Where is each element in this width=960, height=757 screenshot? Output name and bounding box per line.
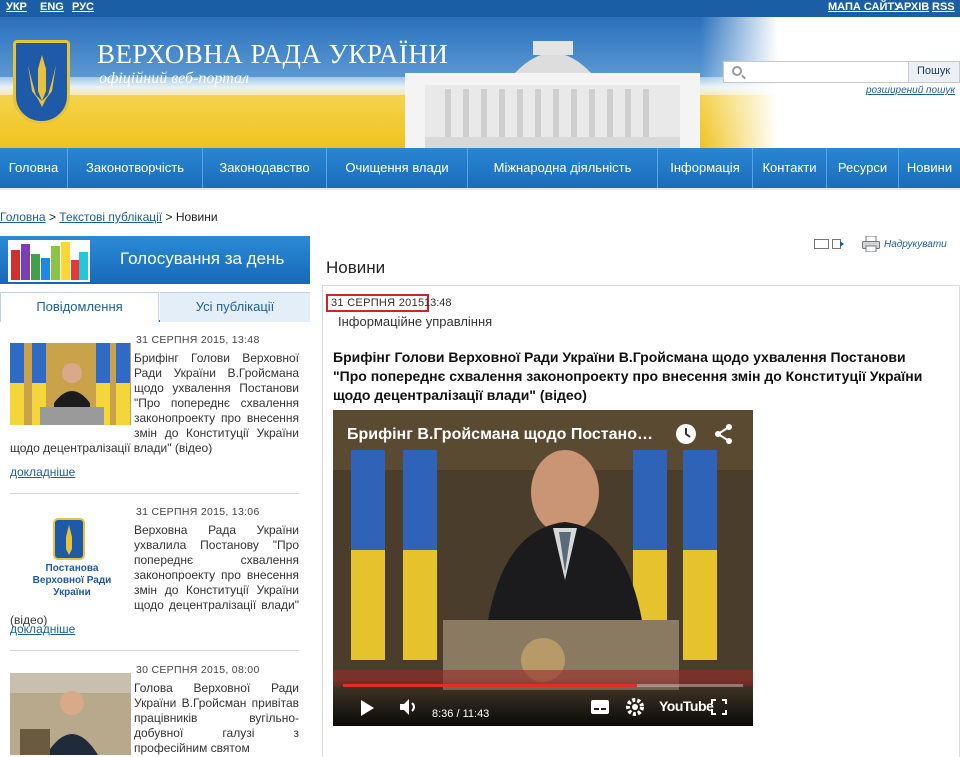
youtube-logo-icon[interactable]: YouTube xyxy=(659,698,714,716)
sidebar-tabs: Повідомлення Усі публікації xyxy=(0,292,310,322)
search-icon xyxy=(732,66,742,76)
page-title: Новини xyxy=(326,258,386,277)
tab-all-publications[interactable]: Усі публікації xyxy=(160,292,310,322)
voting-banner[interactable]: Голосування за день xyxy=(0,236,310,284)
site-title[interactable]: ВЕРХОВНА РАДА УКРАЇНИ xyxy=(97,39,448,70)
nav-item-resources[interactable]: Ресурси xyxy=(827,148,899,188)
more-link[interactable]: докладніше xyxy=(10,465,75,479)
video-elapsed: 8:36 xyxy=(432,708,454,720)
video-progress-fill xyxy=(343,684,637,687)
top-bar: УКР ENG РУС МАПА САЙТУ АРХІВ RSS xyxy=(0,0,960,17)
watch-later-icon[interactable] xyxy=(711,699,727,715)
news-text[interactable]: Голова Верховної Ради України В.Гройсман… xyxy=(134,681,299,755)
font-size-icon[interactable] xyxy=(814,238,846,250)
nav-item-news[interactable]: Новини xyxy=(899,148,960,188)
advanced-search-link[interactable]: розширений пошук xyxy=(866,85,955,96)
main-nav: Головна Законотворчість Законодавство Оч… xyxy=(0,148,960,188)
volume-icon[interactable] xyxy=(399,698,419,716)
rss-link[interactable]: RSS xyxy=(932,1,955,13)
nav-item-contacts[interactable]: Контакти xyxy=(753,148,827,188)
article-title: Брифінг Голови Верховної Ради України В.… xyxy=(333,349,923,403)
share-icon[interactable] xyxy=(713,423,735,445)
news-date: 30 СЕРПНЯ 2015, 08:00 xyxy=(136,664,260,676)
article-author: Інформаційне управління xyxy=(338,314,493,329)
breadcrumb-home-link[interactable]: Головна xyxy=(0,210,46,224)
nav-item-legislation[interactable]: Законодавство xyxy=(203,148,327,188)
news-date: 31 СЕРПНЯ 2015, 13:48 xyxy=(136,334,260,346)
video-player[interactable]: Брифінг В.Гройсмана щодо Постано… 8:36 /… xyxy=(333,410,753,726)
list-item: 30 СЕРПНЯ 2015, 08:00 Голова Верховної Р… xyxy=(10,664,300,757)
article-time: 13:48 xyxy=(424,297,452,309)
coat-of-arms-icon[interactable] xyxy=(13,40,70,124)
lang-ukr-link[interactable]: УКР xyxy=(6,1,27,13)
voting-chart-icon xyxy=(8,240,90,282)
article-date: 31 СЕРПНЯ 2015 xyxy=(326,294,430,312)
lang-rus-link[interactable]: РУС xyxy=(72,1,94,13)
tab-messages[interactable]: Повідомлення xyxy=(0,292,159,322)
video-duration: 11:43 xyxy=(462,708,490,720)
settings-gear-icon[interactable] xyxy=(625,697,645,717)
site-subtitle: офіційний веб-портал xyxy=(99,70,249,87)
list-item: Постанова Верховної Ради України 31 СЕРП… xyxy=(10,506,300,656)
video-controls: 8:36 / 11:43 YouTube xyxy=(333,678,753,726)
nav-item-lustration[interactable]: Очищення влади xyxy=(327,148,468,188)
voting-title: Голосування за день xyxy=(120,249,285,268)
archive-link[interactable]: АРХІВ xyxy=(896,1,929,13)
nav-item-lawmaking[interactable]: Законотворчість xyxy=(68,148,203,188)
video-title[interactable]: Брифінг В.Гройсмана щодо Постано… xyxy=(347,426,653,444)
video-progress-bar[interactable] xyxy=(343,684,743,687)
list-item: 31 СЕРПНЯ 2015, 13:48 Брифінг Голови Вер… xyxy=(10,334,300,494)
clock-icon[interactable] xyxy=(675,423,697,445)
parliament-building-image xyxy=(405,33,700,148)
breadcrumb-section-link[interactable]: Текстові публікації xyxy=(59,210,162,224)
breadcrumb-current: Новини xyxy=(175,210,218,224)
search-input[interactable] xyxy=(723,61,909,83)
printer-icon[interactable] xyxy=(862,235,880,253)
search-button[interactable]: Пошук xyxy=(908,61,960,83)
nav-item-home[interactable]: Головна xyxy=(0,148,68,188)
lang-eng-link[interactable]: ENG xyxy=(40,1,64,13)
subtitles-icon[interactable] xyxy=(591,700,609,714)
breadcrumb: Головна > Текстові публікації > Новини xyxy=(0,210,218,224)
nav-item-international[interactable]: Міжнародна діяльність xyxy=(468,148,658,188)
article-tools: Надрукувати xyxy=(814,235,960,256)
search-field[interactable] xyxy=(748,64,904,80)
play-icon[interactable] xyxy=(359,699,375,717)
nav-item-information[interactable]: Інформація xyxy=(658,148,753,188)
news-date: 31 СЕРПНЯ 2015, 13:06 xyxy=(136,506,260,518)
print-link[interactable]: Надрукувати xyxy=(884,239,947,250)
sitemap-link[interactable]: МАПА САЙТУ xyxy=(828,1,901,13)
more-link[interactable]: докладніше xyxy=(10,622,75,636)
